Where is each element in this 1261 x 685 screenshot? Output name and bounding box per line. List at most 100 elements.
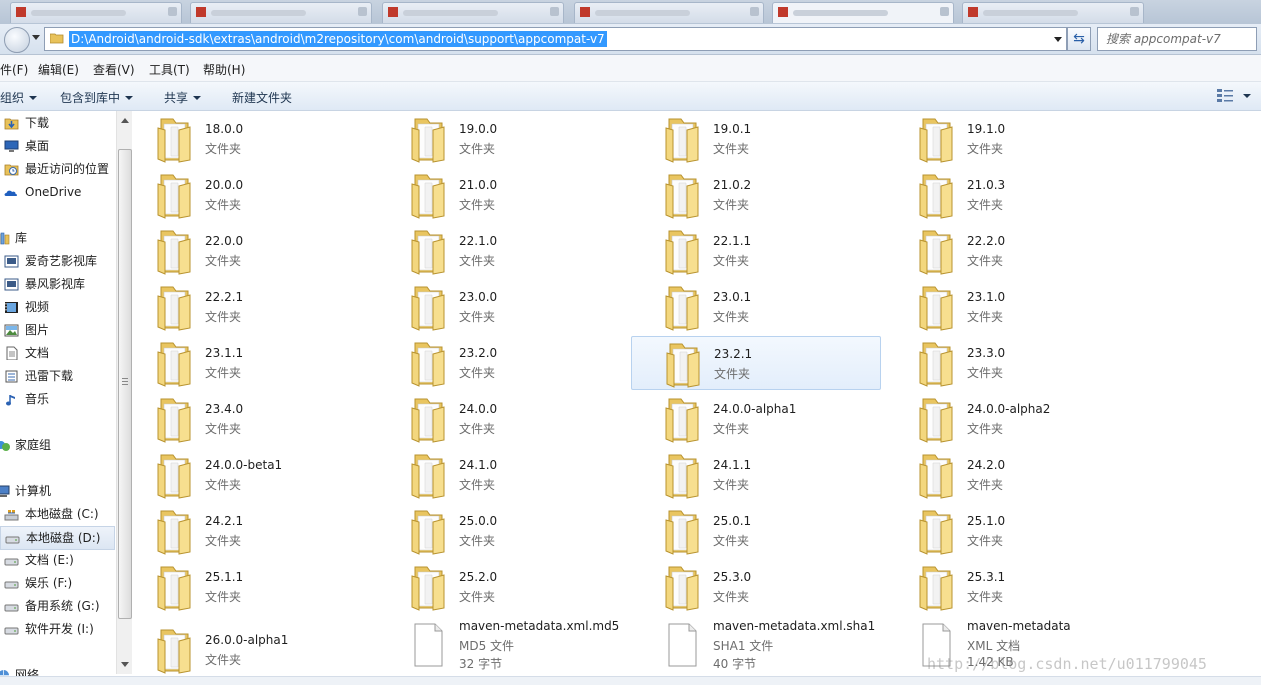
nav-item[interactable]: 软件开发 (I:)	[0, 618, 115, 640]
scroll-up-icon[interactable]	[121, 118, 129, 123]
search-input[interactable]	[1098, 28, 1256, 50]
folder-item[interactable]: 23.0.1 文件夹	[641, 280, 891, 332]
scroll-down-icon[interactable]	[121, 662, 129, 667]
address-path[interactable]: D:\Android\android-sdk\extras\android\m2…	[69, 31, 607, 47]
nav-item[interactable]: 本地磁盘 (C:)	[0, 503, 115, 525]
organize-button[interactable]: 组织	[0, 89, 38, 106]
view-dropdown-icon[interactable]	[1243, 94, 1251, 98]
folder-item[interactable]: 19.0.1 文件夹	[641, 112, 891, 164]
nav-item[interactable]: 桌面	[0, 135, 115, 157]
folder-item[interactable]: 19.0.0 文件夹	[387, 112, 637, 164]
nav-item[interactable]: 暴风影视库	[0, 273, 115, 295]
menu-tools[interactable]: 工具(T)	[149, 61, 190, 78]
address-history-dropdown-icon[interactable]	[1054, 37, 1062, 42]
folder-item[interactable]: 24.0.0-beta1 文件夹	[133, 448, 383, 500]
tab[interactable]	[190, 2, 372, 23]
close-tab-icon[interactable]	[358, 7, 367, 16]
nav-item[interactable]: 音乐	[0, 388, 115, 410]
folder-item[interactable]: 23.1.1 文件夹	[133, 336, 383, 388]
nav-item[interactable]: 下载	[0, 112, 115, 134]
folder-item[interactable]: 25.1.1 文件夹	[133, 560, 383, 612]
folder-item[interactable]: 25.1.0 文件夹	[895, 504, 1145, 556]
tab[interactable]	[962, 2, 1144, 23]
folder-item[interactable]: 23.2.1 文件夹	[631, 336, 881, 390]
folder-item[interactable]: 20.0.0 文件夹	[133, 168, 383, 220]
close-tab-icon[interactable]	[940, 7, 949, 16]
search-box[interactable]	[1097, 27, 1257, 51]
nav-scrollbar[interactable]	[116, 111, 132, 674]
folder-item[interactable]: 22.2.1 文件夹	[133, 280, 383, 332]
folder-item[interactable]: 25.0.0 文件夹	[387, 504, 637, 556]
nav-item[interactable]: 本地磁盘 (D:)	[0, 526, 115, 550]
scrollbar-thumb[interactable]	[118, 149, 132, 619]
folder-item[interactable]: 22.1.1 文件夹	[641, 224, 891, 276]
nav-item[interactable]: 爱奇艺影视库	[0, 250, 115, 272]
close-tab-icon[interactable]	[750, 7, 759, 16]
file-type: 文件夹	[714, 367, 751, 381]
folder-item[interactable]: 19.1.0 文件夹	[895, 112, 1145, 164]
close-tab-icon[interactable]	[1130, 7, 1139, 16]
folder-item[interactable]: 24.2.1 文件夹	[133, 504, 383, 556]
nav-item[interactable]: 娱乐 (F:)	[0, 572, 115, 594]
folder-item[interactable]: 23.4.0 文件夹	[133, 392, 383, 444]
folder-item[interactable]: 24.2.0 文件夹	[895, 448, 1145, 500]
refresh-button[interactable]: ⇆	[1067, 27, 1091, 51]
view-options-icon[interactable]	[1216, 88, 1234, 103]
tab[interactable]	[574, 2, 764, 23]
share-button[interactable]: 共享	[164, 89, 202, 106]
folder-item[interactable]: 25.0.1 文件夹	[641, 504, 891, 556]
include-in-library-button[interactable]: 包含到库中	[60, 89, 134, 106]
folder-item[interactable]: 21.0.3 文件夹	[895, 168, 1145, 220]
folder-item[interactable]: 24.1.0 文件夹	[387, 448, 637, 500]
folder-item[interactable]: 24.0.0 文件夹	[387, 392, 637, 444]
nav-item[interactable]: 迅雷下载	[0, 365, 115, 387]
folder-item[interactable]: 21.0.0 文件夹	[387, 168, 637, 220]
folder-item[interactable]: 23.2.0 文件夹	[387, 336, 637, 388]
close-tab-icon[interactable]	[550, 7, 559, 16]
back-forward-button[interactable]	[4, 27, 30, 53]
folder-item[interactable]: 22.0.0 文件夹	[133, 224, 383, 276]
tab[interactable]	[772, 2, 954, 23]
folder-item[interactable]: 24.0.0-alpha1 文件夹	[641, 392, 891, 444]
nav-item[interactable]: 视频	[0, 296, 115, 318]
folder-item[interactable]: 23.3.0 文件夹	[895, 336, 1145, 388]
folder-item[interactable]: 24.1.1 文件夹	[641, 448, 891, 500]
favicon-icon	[580, 7, 590, 17]
tab[interactable]	[382, 2, 564, 23]
nav-item[interactable]: 文档	[0, 342, 115, 364]
file-item[interactable]: maven-metadata.xml.sha1 SHA1 文件 40 字节	[641, 617, 891, 671]
menu-file[interactable]: 件(F)	[0, 61, 28, 78]
menu-help[interactable]: 帮助(H)	[203, 61, 245, 78]
folder-item[interactable]: 21.0.2 文件夹	[641, 168, 891, 220]
nav-item[interactable]: OneDrive	[0, 181, 115, 203]
folder-item[interactable]: 23.1.0 文件夹	[895, 280, 1145, 332]
folder-item[interactable]: 25.3.1 文件夹	[895, 560, 1145, 612]
nav-item[interactable]: 家庭组	[0, 434, 115, 456]
file-name: 24.1.0	[459, 458, 498, 472]
nav-item-label: 最近访问的位置	[25, 162, 110, 176]
folder-item[interactable]: 22.1.0 文件夹	[387, 224, 637, 276]
folder-item[interactable]: 23.0.0 文件夹	[387, 280, 637, 332]
folder-item[interactable]: 26.0.0-alpha1 文件夹	[133, 617, 383, 674]
nav-item[interactable]: 最近访问的位置	[0, 158, 115, 180]
menu-edit[interactable]: 编辑(E)	[38, 61, 79, 78]
folder-item[interactable]: 24.0.0-alpha2 文件夹	[895, 392, 1145, 444]
nav-item[interactable]: 库	[0, 227, 115, 249]
file-type: 文件夹	[205, 366, 242, 380]
tab[interactable]	[10, 2, 182, 23]
folder-item[interactable]: 25.3.0 文件夹	[641, 560, 891, 612]
folder-item[interactable]: 25.2.0 文件夹	[387, 560, 637, 612]
nav-item[interactable]: 图片	[0, 319, 115, 341]
file-item[interactable]: maven-metadata.xml.md5 MD5 文件 32 字节	[387, 617, 637, 671]
nav-item[interactable]: 备用系统 (G:)	[0, 595, 115, 617]
folder-item[interactable]: 22.2.0 文件夹	[895, 224, 1145, 276]
menu-view[interactable]: 查看(V)	[93, 61, 135, 78]
folder-item[interactable]: 18.0.0 文件夹	[133, 112, 383, 164]
nav-item[interactable]: 计算机	[0, 480, 115, 502]
new-folder-button[interactable]: 新建文件夹	[232, 89, 292, 106]
recent-pages-dropdown-icon[interactable]	[32, 35, 40, 40]
address-field[interactable]: D:\Android\android-sdk\extras\android\m2…	[44, 27, 1067, 51]
close-tab-icon[interactable]	[168, 7, 177, 16]
nav-item[interactable]: 文档 (E:)	[0, 549, 115, 571]
navigation-pane: 下载 桌面最近访问的位置 OneDrive 库爱奇艺影视库 暴风影视库 视频 图片 文档 迅雷下…	[0, 111, 132, 684]
